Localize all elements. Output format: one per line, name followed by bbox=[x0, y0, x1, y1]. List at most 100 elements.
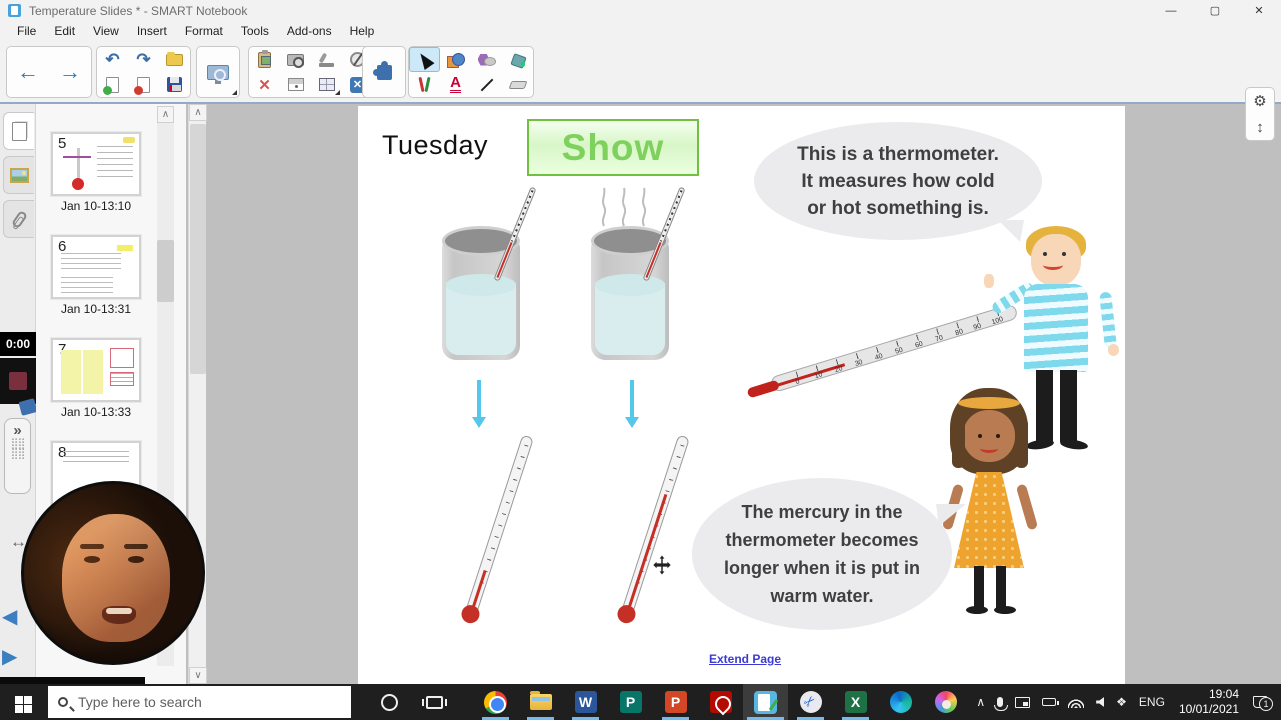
table-button[interactable] bbox=[311, 72, 342, 97]
horizontal-thermometer: 0 10 20 30 40 50 60 70 80 90 100 bbox=[746, 302, 1026, 399]
taskbar-word[interactable]: W bbox=[563, 684, 608, 720]
insert-image-button[interactable] bbox=[280, 47, 311, 72]
line-tool-button[interactable] bbox=[471, 72, 502, 97]
eraser-tool-button[interactable] bbox=[502, 72, 533, 97]
tray-pen-battery[interactable] bbox=[1036, 684, 1062, 720]
redo-button[interactable]: ↷ bbox=[128, 47, 159, 72]
nav-forward-icon[interactable]: ▶ bbox=[2, 644, 17, 669]
slide-thumbnail[interactable]: 7 bbox=[50, 337, 142, 403]
recorder-stop-button[interactable] bbox=[0, 358, 36, 404]
publisher-icon: P bbox=[619, 691, 642, 713]
tab-attachments[interactable] bbox=[3, 200, 34, 238]
next-page-button[interactable]: → bbox=[49, 47, 91, 97]
slide-thumbnail-item[interactable]: 6 Jan 10-13:31 bbox=[36, 234, 156, 316]
screen-capture-button[interactable] bbox=[197, 47, 239, 97]
menu-item-format[interactable]: Format bbox=[176, 22, 232, 40]
slide-thumbnail-item[interactable]: 7 Jan 10-13:33 bbox=[36, 337, 156, 419]
double-chevron-icon: » bbox=[13, 422, 22, 439]
delete-button[interactable]: ✕ bbox=[249, 72, 280, 97]
taskbar-powerpoint[interactable]: P bbox=[653, 684, 698, 720]
tab-gallery[interactable] bbox=[3, 156, 34, 194]
slide-list: 5 Jan 10-13:10 6 Jan 10-13:31 Jan 10-13:… bbox=[36, 131, 156, 530]
document-camera-button[interactable] bbox=[311, 47, 342, 72]
tray-wifi[interactable] bbox=[1062, 684, 1090, 720]
minimize-button[interactable]: — bbox=[1149, 0, 1193, 21]
previous-page-button[interactable]: ← bbox=[7, 47, 49, 97]
taskbar-file-explorer[interactable] bbox=[518, 684, 563, 720]
menu-item-file[interactable]: File bbox=[8, 22, 45, 40]
show-button[interactable]: Show bbox=[527, 119, 699, 176]
tray-chevron-up[interactable]: ∧ bbox=[970, 684, 991, 720]
close-button[interactable]: ✕ bbox=[1237, 0, 1281, 21]
tray-language[interactable]: ENG bbox=[1133, 684, 1171, 720]
taskbar-smart-notebook[interactable] bbox=[743, 684, 788, 720]
panel-expander-button[interactable]: » ⣿⣿ ⣿⣿ bbox=[4, 418, 31, 494]
steam-icon bbox=[601, 187, 647, 227]
tab-page-sorter[interactable] bbox=[3, 112, 34, 150]
delete-page-button[interactable] bbox=[128, 72, 159, 97]
pens-tool-button[interactable] bbox=[409, 72, 440, 97]
grip-dots-icon: ⣿⣿ ⣿⣿ bbox=[10, 438, 25, 460]
screen-shade-button[interactable] bbox=[280, 72, 311, 97]
scroll-down-icon[interactable]: ∨ bbox=[189, 667, 207, 684]
cold-water-cup bbox=[442, 186, 537, 360]
down-arrow-icon bbox=[472, 380, 486, 428]
taskbar-excel[interactable]: X bbox=[833, 684, 878, 720]
slide-canvas[interactable]: Tuesday Show This is a thermometer. It me… bbox=[358, 106, 1125, 684]
slide-thumbnail[interactable]: 6 bbox=[50, 234, 142, 300]
scroll-up-icon[interactable]: ∧ bbox=[157, 106, 174, 123]
taskbar-chrome[interactable] bbox=[473, 684, 518, 720]
menu-item-help[interactable]: Help bbox=[341, 22, 384, 40]
toolbar-settings-button[interactable]: ⚙ bbox=[1246, 88, 1274, 114]
undo-button[interactable]: ↶ bbox=[97, 47, 128, 72]
open-file-button[interactable] bbox=[159, 47, 190, 72]
fill-tool-button[interactable] bbox=[502, 47, 533, 72]
slide-thumbnail[interactable]: 5 bbox=[50, 131, 142, 197]
add-ons-button[interactable] bbox=[363, 47, 405, 97]
document-camera-icon bbox=[318, 53, 335, 67]
scroll-up-icon[interactable]: ∧ bbox=[189, 104, 207, 121]
add-page-button[interactable] bbox=[97, 72, 128, 97]
line-icon bbox=[480, 78, 493, 91]
warm-water-cup bbox=[591, 186, 686, 360]
scale-number: 20 bbox=[834, 365, 844, 375]
tray-clock[interactable]: 19:04 10/01/2021 bbox=[1171, 687, 1247, 717]
add-page-icon bbox=[103, 76, 119, 95]
maximize-button[interactable]: ▢ bbox=[1193, 0, 1237, 21]
menu-item-edit[interactable]: Edit bbox=[45, 22, 84, 40]
shapes-tool-button[interactable] bbox=[440, 47, 471, 72]
taskbar-task-view[interactable] bbox=[412, 684, 457, 720]
select-tool-button[interactable] bbox=[409, 47, 440, 72]
tray-action-center[interactable]: 1 bbox=[1247, 684, 1281, 720]
taskbar-paint[interactable] bbox=[923, 684, 968, 720]
extend-page-link[interactable]: Extend Page bbox=[709, 652, 781, 666]
tray-dropbox[interactable]: ❖ bbox=[1110, 684, 1133, 720]
taskbar-snipping-tool[interactable] bbox=[788, 684, 833, 720]
search-input[interactable] bbox=[78, 694, 318, 710]
word-icon: W bbox=[574, 691, 597, 713]
polygon-tool-button[interactable] bbox=[471, 47, 502, 72]
taskbar-edge[interactable] bbox=[878, 684, 923, 720]
mercury-short bbox=[472, 570, 487, 608]
sorter-scroll-thumb[interactable] bbox=[157, 240, 174, 302]
tray-volume[interactable] bbox=[1090, 684, 1110, 720]
text-tool-button[interactable]: A bbox=[440, 72, 471, 97]
tray-microphone[interactable] bbox=[991, 684, 1009, 720]
paste-button[interactable] bbox=[249, 47, 280, 72]
menu-item-tools[interactable]: Tools bbox=[232, 22, 278, 40]
menu-item-insert[interactable]: Insert bbox=[128, 22, 176, 40]
taskbar-publisher[interactable]: P bbox=[608, 684, 653, 720]
slide-thumbnail-item[interactable]: 5 Jan 10-13:10 bbox=[36, 131, 156, 213]
taskbar-search[interactable] bbox=[48, 686, 351, 718]
open-folder-icon bbox=[166, 51, 183, 66]
start-button[interactable] bbox=[0, 684, 48, 720]
taskbar-cortana[interactable] bbox=[367, 684, 412, 720]
save-button[interactable] bbox=[159, 72, 190, 97]
menu-item-view[interactable]: View bbox=[84, 22, 128, 40]
menu-item-addons[interactable]: Add-ons bbox=[278, 22, 341, 40]
nav-back-icon[interactable]: ◀ bbox=[2, 604, 17, 629]
taskbar-acrobat[interactable] bbox=[698, 684, 743, 720]
canvas-scroll-thumb[interactable] bbox=[190, 124, 206, 374]
tray-cast[interactable] bbox=[1009, 684, 1036, 720]
toolbar-move-button[interactable]: ↕ bbox=[1246, 114, 1274, 140]
